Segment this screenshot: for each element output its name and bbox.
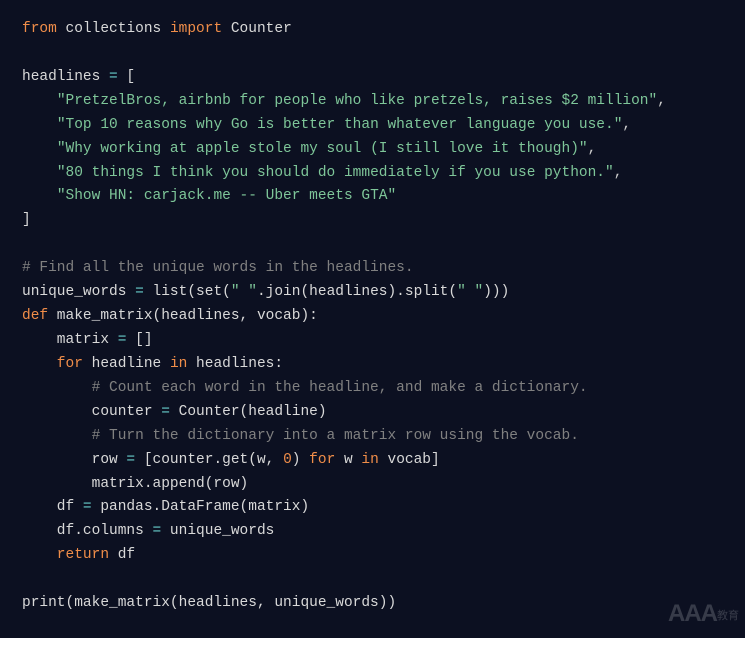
token: list(set( [144, 284, 231, 300]
token: matrix [22, 332, 118, 348]
token: df.columns [22, 523, 153, 539]
keyword-from: from [22, 21, 57, 37]
punct: , [614, 165, 623, 181]
token: counter [22, 404, 161, 420]
comment: # Find all the unique words in the headl… [22, 260, 414, 276]
operator: = [83, 499, 92, 515]
token: [ [118, 69, 135, 85]
keyword-in: in [170, 356, 187, 372]
operator: = [161, 404, 170, 420]
keyword-for: for [22, 356, 83, 372]
token: Counter(headline) [170, 404, 327, 420]
watermark-main: AAA [668, 600, 717, 627]
keyword-import: import [170, 21, 222, 37]
punct: , [622, 117, 631, 133]
string: "Top 10 reasons why Go is better than wh… [57, 117, 623, 133]
token: Counter [222, 21, 292, 37]
function-name: make_matrix [48, 308, 152, 324]
number: 0 [283, 452, 292, 468]
token: collections [57, 21, 170, 37]
operator: = [109, 69, 118, 85]
string: " " [457, 284, 483, 300]
operator: = [126, 452, 135, 468]
code-block: from collections import Counter headline… [0, 0, 745, 638]
token: df [22, 499, 83, 515]
keyword-in: in [361, 452, 378, 468]
token: ) [292, 452, 309, 468]
token: unique_words [161, 523, 274, 539]
comment: # Turn the dictionary into a matrix row … [22, 428, 579, 444]
string: "Show HN: carjack.me -- Uber meets GTA" [57, 188, 396, 204]
string: "PretzelBros, airbnb for people who like… [57, 93, 657, 109]
string: " " [231, 284, 257, 300]
token: df [109, 547, 135, 563]
keyword-def: def [22, 308, 48, 324]
token: headlines: [187, 356, 283, 372]
token: row [22, 452, 126, 468]
operator: = [153, 523, 162, 539]
keyword-for: for [309, 452, 335, 468]
watermark: AAA教育 [668, 594, 739, 634]
string: "80 things I think you should do immedia… [57, 165, 614, 181]
token: headlines [22, 69, 109, 85]
operator: = [135, 284, 144, 300]
token: print(make_matrix(headlines, unique_word… [22, 595, 396, 611]
token: vocab] [379, 452, 440, 468]
token: pandas.DataFrame(matrix) [92, 499, 310, 515]
keyword-return: return [22, 547, 109, 563]
watermark-sub: 教育 [717, 610, 739, 622]
token: unique_words [22, 284, 135, 300]
token: (headlines, vocab): [153, 308, 318, 324]
token: w [335, 452, 361, 468]
token: [counter.get(w, [135, 452, 283, 468]
token: matrix.append(row) [22, 476, 248, 492]
punct: , [588, 141, 597, 157]
comment: # Count each word in the headline, and m… [22, 380, 588, 396]
token: headline [83, 356, 170, 372]
token: ] [22, 212, 31, 228]
punct: , [657, 93, 666, 109]
token: [] [126, 332, 152, 348]
token: .join(headlines).split( [257, 284, 457, 300]
token: ))) [483, 284, 509, 300]
string: "Why working at apple stole my soul (I s… [57, 141, 588, 157]
